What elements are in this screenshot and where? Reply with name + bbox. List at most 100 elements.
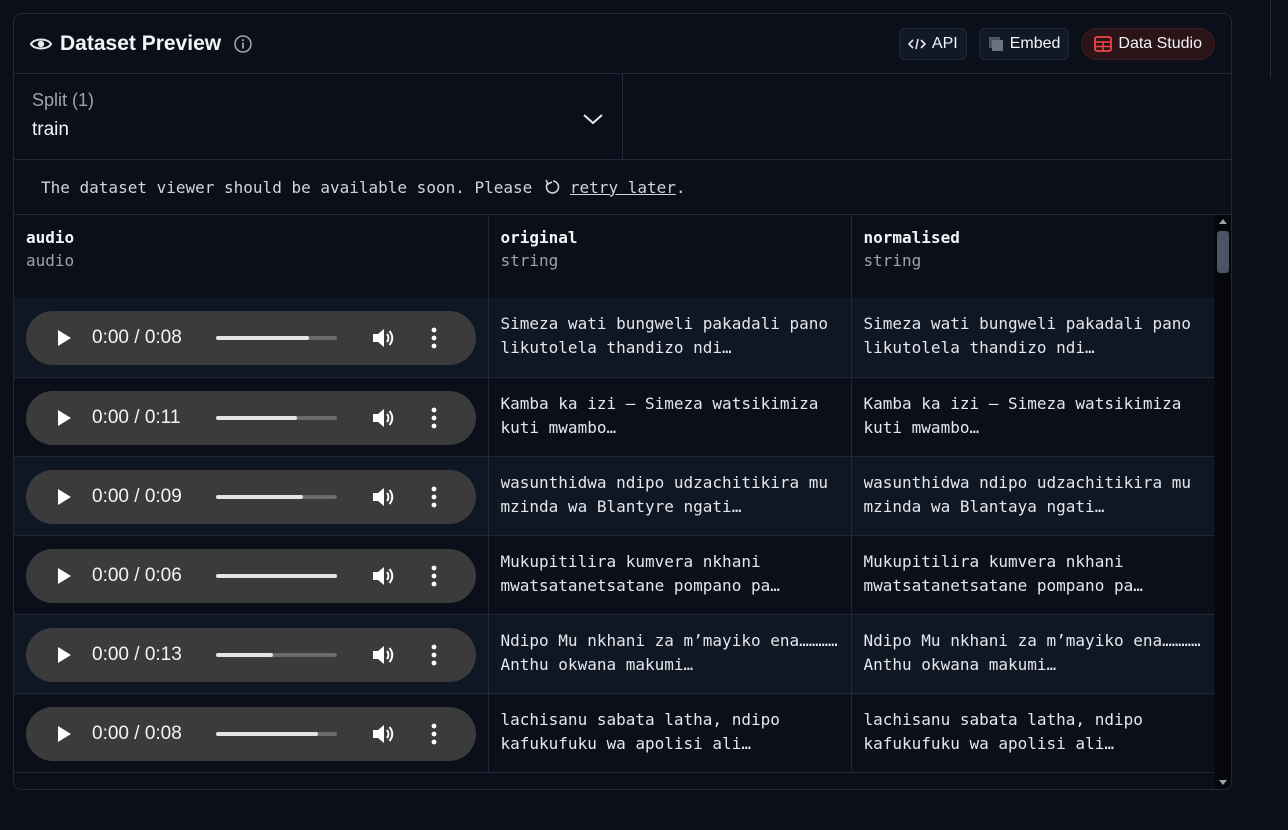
code-icon [907,38,926,49]
embed-button[interactable]: Embed [978,27,1070,60]
dataset-preview-panel: Dataset Preview API Embed Data Studio Sp… [13,13,1232,790]
audio-progress-fill [216,415,298,420]
original-text: lachisanu sabata latha, ndipo kafukufuku… [500,709,780,753]
volume-icon[interactable] [371,643,397,667]
original-text: wasunthidwa ndipo udzachitikira mu mzind… [500,472,829,516]
table-row: 0:00 / 0:08 lachisanu sabata latha, ndip… [14,693,1214,772]
audio-cell: 0:00 / 0:06 [14,535,489,614]
original-text: Ndipo Mu nkhani za m’mayiko ena………… Anth… [500,630,838,674]
scroll-up-icon[interactable] [1219,219,1227,224]
normalised-cell[interactable]: Mukupitilira kumvera nkhani mwatsatanets… [851,535,1214,614]
retry-later-link[interactable]: retry later [570,178,676,197]
notice-text: The dataset viewer should be available s… [41,177,542,197]
original-cell[interactable]: Simeza wati bungweli pakadali pano likut… [488,298,852,377]
audio-progress-fill [216,336,310,340]
original-cell[interactable]: wasunthidwa ndipo udzachitikira mu mzind… [488,456,852,535]
table-row: 0:00 / 0:06 Mukupitilira kumvera nkhani … [14,535,1214,614]
page-divider [1270,0,1271,78]
volume-icon[interactable] [371,406,397,430]
audio-progress-fill [216,494,304,499]
audio-player[interactable]: 0:00 / 0:13 [26,627,476,682]
audio-progress-bar[interactable] [216,494,337,499]
normalised-cell[interactable]: wasunthidwa ndipo udzachitikira mu mzind… [851,456,1214,535]
normalised-text: Simeza wati bungweli pakadali pano likut… [863,314,1192,357]
audio-progress-bar[interactable] [216,573,337,578]
audio-time: 0:00 / 0:08 [92,327,182,348]
scroll-down-icon[interactable] [1219,780,1227,785]
audio-cell: 0:00 / 0:09 [14,456,489,535]
data-studio-label: Data Studio [1118,34,1202,52]
audio-time: 0:00 / 0:09 [92,485,182,507]
normalised-text: lachisanu sabata latha, ndipo kafukufuku… [863,709,1143,753]
column-header-original[interactable]: original string [488,215,852,298]
play-icon[interactable] [56,329,72,347]
embed-label: Embed [1009,34,1061,52]
audio-progress-bar[interactable] [216,336,337,340]
audio-player[interactable]: 0:00 / 0:11 [26,390,476,445]
more-options-icon[interactable] [431,644,437,666]
data-table: audio audio original string normalised s… [14,215,1214,789]
original-cell[interactable]: Ndipo Mu nkhani za m’mayiko ena………… Anth… [488,614,852,693]
embed-icon [988,36,1003,51]
audio-player[interactable]: 0:00 / 0:09 [26,469,476,524]
table-icon [1094,35,1113,52]
data-studio-button[interactable]: Data Studio [1081,27,1215,60]
audio-player[interactable]: 0:00 / 0:06 [26,548,476,603]
original-cell[interactable]: Kamba ka izi – Simeza watsikimiza kuti m… [488,377,852,456]
volume-icon[interactable] [371,722,397,746]
volume-icon[interactable] [371,326,397,350]
audio-cell: 0:00 / 0:08 [14,693,489,772]
audio-player[interactable]: 0:00 / 0:08 [26,311,476,365]
api-button[interactable]: API [898,27,967,60]
scrollbar-thumb[interactable] [1217,231,1229,273]
audio-time: 0:00 / 0:11 [92,406,181,428]
more-options-icon[interactable] [431,327,437,349]
audio-progress-bar[interactable] [216,415,337,420]
eye-icon [30,38,52,49]
play-icon[interactable] [56,567,72,585]
audio-progress-bar[interactable] [216,652,337,657]
table-row: 0:00 / 0:08 Simeza wati bungweli pakadal… [14,298,1214,377]
retry-icon [545,179,560,194]
audio-time: 0:00 / 0:13 [92,643,182,665]
normalised-cell[interactable]: Simeza wati bungweli pakadali pano likut… [851,298,1214,377]
original-text: Kamba ka izi – Simeza watsikimiza kuti m… [500,393,819,437]
more-options-icon[interactable] [431,407,437,429]
play-icon[interactable] [56,725,72,743]
page-title: Dataset Preview [60,31,222,55]
normalised-cell[interactable]: Ndipo Mu nkhani za m’mayiko ena………… Anth… [851,614,1214,693]
panel-header: Dataset Preview API Embed Data Studio [14,14,1231,74]
normalised-cell[interactable]: lachisanu sabata latha, ndipo kafukufuku… [851,693,1214,772]
play-icon[interactable] [56,409,72,427]
normalised-text: wasunthidwa ndipo udzachitikira mu mzind… [863,472,1192,516]
original-cell[interactable]: lachisanu sabata latha, ndipo kafukufuku… [488,693,852,772]
audio-progress-bar[interactable] [216,731,337,736]
column-header-normalised[interactable]: normalised string [851,215,1214,298]
column-header-audio[interactable]: audio audio [14,215,489,298]
more-options-icon[interactable] [431,723,437,745]
table-row: 0:00 / 0:09 wasunthidwa ndipo udzachitik… [14,456,1214,535]
table-row: 0:00 / 0:11 Kamba ka izi – Simeza watsik… [14,377,1214,456]
original-cell[interactable]: Mukupitilira kumvera nkhani mwatsatanets… [488,535,852,614]
volume-icon[interactable] [371,485,397,509]
play-icon[interactable] [56,488,72,506]
viewer-notice: The dataset viewer should be available s… [14,160,1231,215]
audio-time: 0:00 / 0:08 [92,722,182,744]
info-icon[interactable] [233,34,253,54]
audio-cell: 0:00 / 0:11 [14,377,489,456]
more-options-icon[interactable] [431,486,437,508]
normalised-cell[interactable]: Kamba ka izi – Simeza watsikimiza kuti m… [851,377,1214,456]
split-select[interactable]: Split (1) train [14,74,623,159]
table-scrollbar[interactable] [1215,215,1231,789]
split-row: Split (1) train [14,74,1231,160]
original-text: Mukupitilira kumvera nkhani mwatsatanets… [500,551,780,595]
original-text: Simeza wati bungweli pakadali pano likut… [500,314,829,357]
volume-icon[interactable] [371,564,397,588]
audio-cell: 0:00 / 0:13 [14,614,489,693]
play-icon[interactable] [56,646,72,664]
more-options-icon[interactable] [431,565,437,587]
split-value: train [32,119,69,140]
column-type: string [863,251,922,270]
audio-progress-fill [216,652,273,657]
audio-player[interactable]: 0:00 / 0:08 [26,706,476,761]
